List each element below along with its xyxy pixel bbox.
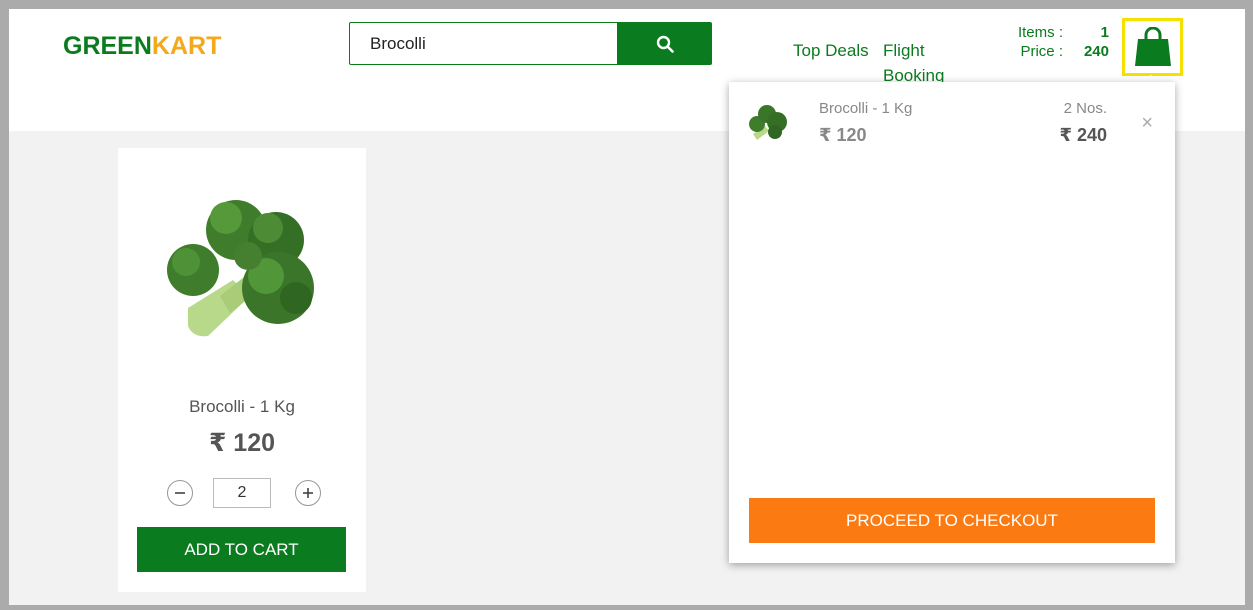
product-name: Brocolli - 1 Kg xyxy=(189,397,295,416)
shopping-bag-icon xyxy=(1134,27,1171,66)
proceed-to-checkout-button[interactable]: PROCEED TO CHECKOUT xyxy=(749,498,1155,543)
cart-preview: Brocolli - 1 Kg ₹ 120 2 Nos. ₹ 240 × PRO… xyxy=(729,82,1175,563)
items-count: 1 xyxy=(1100,24,1109,41)
cart-item-name: Brocolli - 1 Kg xyxy=(819,100,913,117)
items-label: Items : xyxy=(1017,24,1063,41)
cart-item-total: ₹ 240 xyxy=(1059,125,1107,145)
minus-icon xyxy=(175,492,185,494)
product-card: Brocolli - 1 Kg ₹ 120 ADD TO CART xyxy=(118,148,366,592)
increment-button[interactable] xyxy=(295,480,321,506)
search-input[interactable] xyxy=(349,22,617,65)
cart-item-image xyxy=(749,105,787,140)
add-to-cart-button[interactable]: ADD TO CART xyxy=(137,527,346,572)
nav-flight-booking[interactable]: Flight Booking xyxy=(883,38,963,82)
search-icon xyxy=(656,35,674,53)
product-price: ₹ 120 xyxy=(208,429,276,457)
price-label: Price : xyxy=(1020,43,1063,60)
plus-icon xyxy=(303,488,313,498)
cart-info: Items : 1 Price : 240 xyxy=(1005,23,1109,61)
quantity-stepper xyxy=(167,478,327,508)
cart-item-quantity: 2 Nos. xyxy=(1063,100,1107,117)
nav-top-deals[interactable]: Top Deals xyxy=(793,38,873,82)
search-button[interactable] xyxy=(617,22,712,65)
logo: GREENKART xyxy=(63,32,221,61)
logo-green: GREEN xyxy=(63,32,152,60)
broccoli-image xyxy=(167,200,314,337)
remove-item-button[interactable]: × xyxy=(1141,112,1153,135)
quantity-input[interactable] xyxy=(213,478,271,508)
cart-item-price: ₹ 120 xyxy=(819,125,867,145)
cart-button[interactable] xyxy=(1122,18,1183,76)
price-total: 240 xyxy=(1083,43,1109,60)
page-viewport: GREENKART Top Deals Flight Booking Items… xyxy=(9,9,1245,605)
logo-kart: KART xyxy=(151,32,222,60)
decrement-button[interactable] xyxy=(167,480,193,506)
